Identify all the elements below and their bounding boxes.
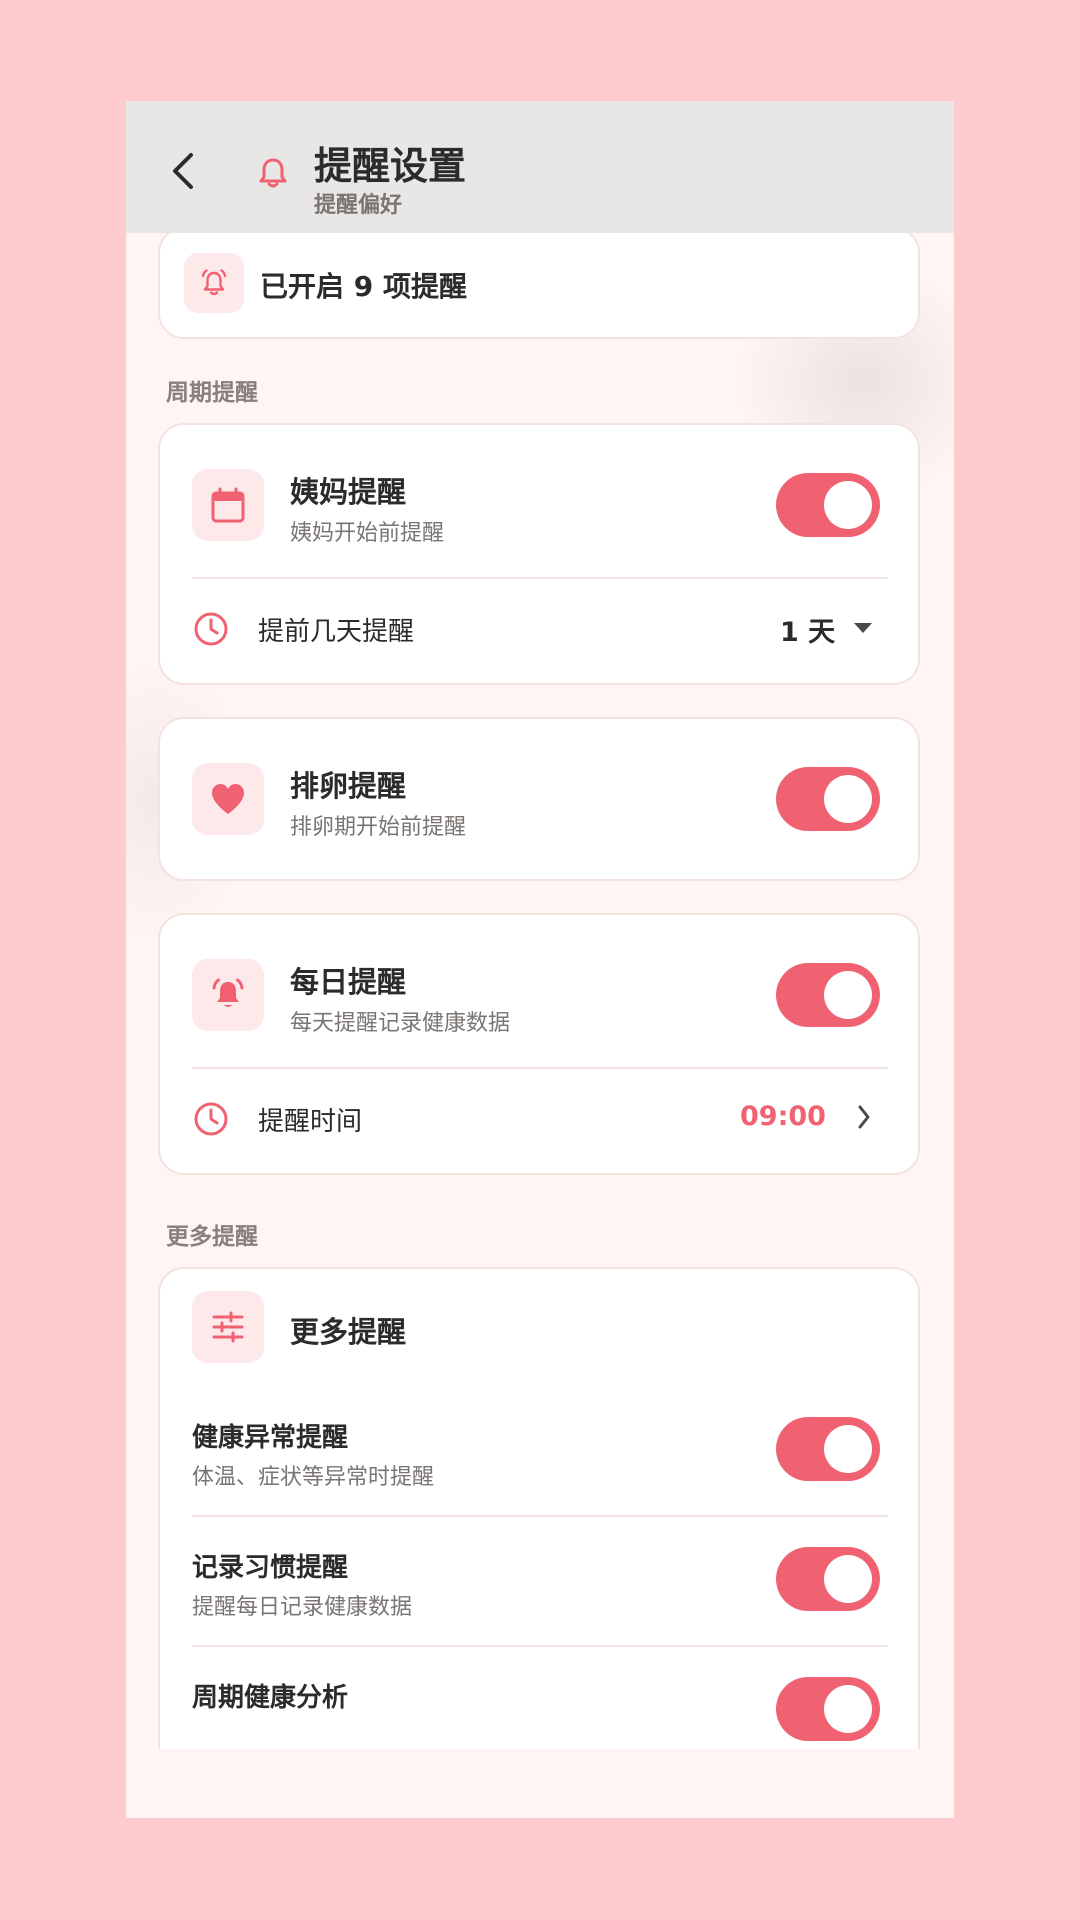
summary-card: 已开启 9 项提醒 bbox=[158, 233, 920, 339]
daily-reminder-card: 每日提醒 每天提醒记录健康数据 提醒时间 09:00 bbox=[158, 913, 920, 1175]
health-abnormal-desc: 体温、症状等异常时提醒 bbox=[192, 1465, 435, 1490]
clock-icon bbox=[194, 1102, 228, 1136]
clock-icon bbox=[194, 612, 228, 646]
divider bbox=[192, 1515, 888, 1517]
enabled-count-text: 已开启 9 项提醒 bbox=[260, 270, 467, 303]
ovulation-reminder-desc: 排卵期开始前提醒 bbox=[290, 815, 467, 840]
calendar-icon bbox=[211, 487, 245, 523]
caret-down-icon[interactable] bbox=[852, 621, 874, 635]
heart-icon bbox=[212, 784, 244, 814]
summary-icon-box bbox=[184, 253, 244, 313]
header-bar: 提醒设置 提醒偏好 bbox=[126, 101, 954, 233]
more-icon-box bbox=[192, 1291, 264, 1363]
page-subtitle: 提醒偏好 bbox=[314, 193, 403, 218]
period-icon-box bbox=[192, 469, 264, 541]
daily-reminder-title: 每日提醒 bbox=[290, 965, 407, 999]
divider bbox=[192, 1645, 888, 1647]
period-reminder-title: 姨妈提醒 bbox=[290, 475, 407, 509]
bottom-spacer bbox=[126, 1749, 954, 1818]
toggle-knob bbox=[824, 1685, 872, 1733]
app-screen: 提醒设置 提醒偏好 已开启 9 项提醒 周期提醒 姨妈提醒 姨妈开始前提醒 提前… bbox=[126, 101, 954, 1818]
settings-scroll-area[interactable]: 已开启 9 项提醒 周期提醒 姨妈提醒 姨妈开始前提醒 提前几天提醒 1 天 排… bbox=[126, 233, 954, 1818]
chevron-right-icon[interactable] bbox=[856, 1104, 872, 1130]
back-button[interactable] bbox=[164, 151, 204, 191]
cycle-analysis-toggle[interactable] bbox=[776, 1677, 880, 1741]
cycle-analysis-title: 周期健康分析 bbox=[192, 1683, 349, 1713]
ovulation-icon-box bbox=[192, 763, 264, 835]
divider bbox=[192, 577, 888, 579]
record-habit-toggle[interactable] bbox=[776, 1547, 880, 1611]
daily-reminder-toggle[interactable] bbox=[776, 963, 880, 1027]
health-abnormal-title: 健康异常提醒 bbox=[192, 1423, 349, 1453]
toggle-knob bbox=[824, 1425, 872, 1473]
toggle-knob bbox=[824, 481, 872, 529]
bell-ring-icon bbox=[201, 269, 227, 296]
toggle-knob bbox=[824, 1555, 872, 1603]
reminder-time-label: 提醒时间 bbox=[258, 1107, 363, 1137]
reminder-time-value[interactable]: 09:00 bbox=[740, 1101, 826, 1132]
ovulation-reminder-toggle[interactable] bbox=[776, 767, 880, 831]
bell-icon bbox=[259, 158, 287, 188]
advance-days-label: 提前几天提醒 bbox=[258, 617, 415, 647]
more-reminders-card: 更多提醒 健康异常提醒 体温、症状等异常时提醒 记录习惯提醒 提醒每日记录健康数… bbox=[158, 1267, 920, 1818]
sliders-icon bbox=[212, 1311, 244, 1343]
chevron-left-icon bbox=[173, 153, 193, 189]
divider bbox=[192, 1067, 888, 1069]
page-title: 提醒设置 bbox=[314, 144, 467, 188]
period-reminder-card: 姨妈提醒 姨妈开始前提醒 提前几天提醒 1 天 bbox=[158, 423, 920, 685]
bell-ring-icon bbox=[212, 978, 244, 1007]
period-reminder-toggle[interactable] bbox=[776, 473, 880, 537]
record-habit-title: 记录习惯提醒 bbox=[192, 1553, 349, 1583]
record-habit-desc: 提醒每日记录健康数据 bbox=[192, 1595, 413, 1620]
daily-icon-box bbox=[192, 959, 264, 1031]
health-abnormal-toggle[interactable] bbox=[776, 1417, 880, 1481]
more-reminders-title: 更多提醒 bbox=[290, 1315, 407, 1349]
section-label-more: 更多提醒 bbox=[166, 1224, 258, 1250]
period-reminder-desc: 姨妈开始前提醒 bbox=[290, 521, 445, 546]
section-label-cycle: 周期提醒 bbox=[166, 380, 258, 406]
daily-reminder-desc: 每天提醒记录健康数据 bbox=[290, 1011, 511, 1036]
advance-days-dropdown[interactable]: 1 天 bbox=[780, 610, 835, 649]
ovulation-reminder-title: 排卵提醒 bbox=[290, 769, 407, 803]
ovulation-reminder-card: 排卵提醒 排卵期开始前提醒 bbox=[158, 717, 920, 881]
toggle-knob bbox=[824, 775, 872, 823]
toggle-knob bbox=[824, 971, 872, 1019]
